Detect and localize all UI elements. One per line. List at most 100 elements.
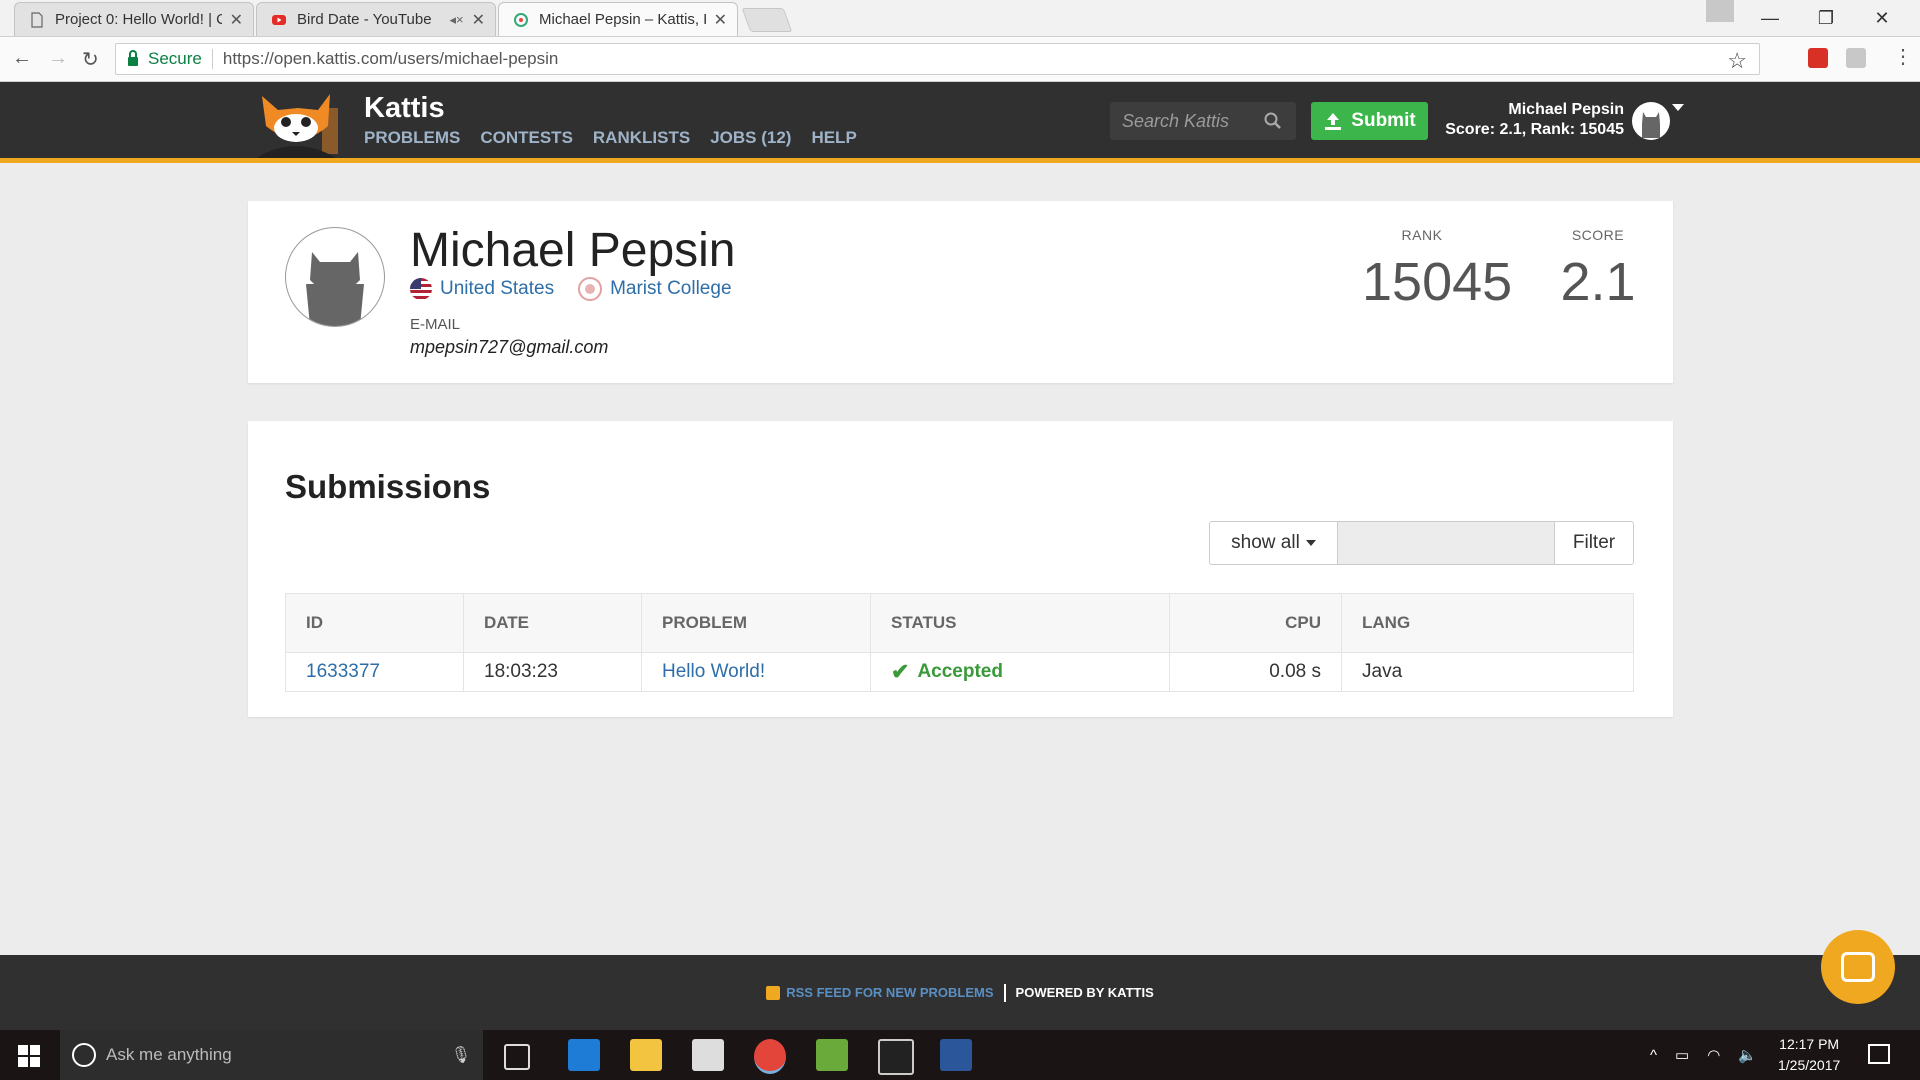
submissions-table: ID DATE PROBLEM STATUS CPU LANG 1633377 … [285,593,1634,692]
score-stat: SCORE 2.1 [1554,227,1642,313]
secure-label: Secure [148,49,202,68]
chrome-icon[interactable] [754,1039,786,1074]
task-view-icon[interactable] [504,1044,530,1070]
forward-icon[interactable]: → [48,47,68,70]
tab-project-0[interactable]: Project 0: Hello World! | C ✕ [14,2,254,36]
browser-menu-icon[interactable]: ⋮ [1893,44,1913,69]
search-input[interactable] [1120,109,1264,133]
submission-cpu: 0.08 s [1169,652,1342,692]
secure-indicator[interactable]: Secure [128,49,202,69]
column-header-cpu: CPU [1169,593,1342,653]
wifi-icon[interactable]: ◠ [1707,1046,1720,1064]
lock-icon [128,49,138,66]
default-avatar-icon [306,252,364,326]
column-header-status: STATUS [870,593,1170,653]
tab-label: Project 0: Hello World! | C [55,11,222,28]
submit-button[interactable]: Submit [1311,102,1428,140]
chevron-down-icon [1305,540,1316,546]
submission-date: 18:03:23 [463,652,642,692]
cortana-search-box[interactable]: Ask me anything 🎙 [60,1030,483,1080]
school-link[interactable]: Marist College [610,278,731,300]
app-icon[interactable] [816,1039,848,1071]
extension-icon[interactable] [1808,48,1828,68]
nav-contests[interactable]: CONTESTS [480,128,573,148]
user-menu-caret-icon[interactable] [1672,104,1684,111]
user-summary[interactable]: Michael Pepsin Score: 2.1, Rank: 15045 [1436,100,1624,140]
site-brand[interactable]: Kattis [364,92,445,125]
close-tab-icon[interactable]: ✕ [714,10,727,30]
pdf-extension-icon[interactable] [1846,48,1866,68]
submissions-card: Submissions show all Filter ID DATE PROB… [248,421,1673,717]
user-name: Michael Pepsin [1508,101,1624,118]
tab-kattis[interactable]: Michael Pepsin – Kattis, K ✕ [498,2,738,36]
windows-start-icon[interactable] [18,1045,40,1067]
cortana-icon [72,1043,96,1067]
nav-problems[interactable]: PROBLEMS [364,128,460,148]
volume-icon[interactable]: 🔈 [1738,1046,1757,1064]
score-label: SCORE [1571,227,1625,243]
divider [211,49,213,69]
window-controls: — ❐ ✕ [1742,0,1910,36]
divider [1003,983,1006,1002]
nav-help[interactable]: HELP [811,128,856,148]
problem-link[interactable]: Hello World! [641,652,871,692]
close-window-icon[interactable]: ✕ [1854,8,1910,29]
new-tab-button[interactable] [741,8,793,32]
terminal-icon[interactable] [878,1039,914,1075]
search-icon[interactable] [1264,112,1282,130]
kattis-logo-icon[interactable] [248,88,348,158]
back-icon[interactable]: ← [12,47,32,70]
filter-button[interactable]: Filter [1555,522,1633,564]
profile-affiliations: United States Marist College [410,277,732,301]
close-tab-icon[interactable]: ✕ [230,10,243,30]
profile-name: Michael Pepsin [410,224,736,277]
minimize-icon[interactable]: — [1742,8,1798,29]
windows-taskbar: Ask me anything 🎙 ^ ▭ ◠ 🔈 12:17 PM 1/25/… [0,1030,1920,1080]
clock-time: 12:17 PM [1779,1036,1840,1052]
taskbar-clock[interactable]: 12:17 PM 1/25/2017 [1778,1034,1840,1076]
word-icon[interactable] [940,1039,972,1071]
show-all-label: show all [1231,532,1300,553]
restore-icon[interactable]: ❐ [1798,8,1854,29]
profile-avatar [285,227,385,327]
chevron-up-icon[interactable]: ^ [1650,1047,1657,1064]
file-explorer-icon[interactable] [630,1039,662,1071]
chat-widget-button[interactable] [1821,930,1895,1004]
bookmark-star-icon[interactable]: ☆ [1727,48,1747,74]
youtube-icon [272,14,286,25]
site-header: Kattis PROBLEMS CONTESTS RANKLISTS JOBS … [0,82,1920,163]
chat-icon [1841,952,1875,982]
show-all-dropdown[interactable]: show all [1210,522,1338,564]
profile-card: Michael Pepsin United States Marist Coll… [248,201,1673,383]
browser-profile-icon[interactable] [1706,0,1734,22]
avatar[interactable] [1632,102,1670,140]
rss-feed-link[interactable]: RSS FEED FOR NEW PROBLEMS [786,985,993,1000]
action-center-icon[interactable] [1868,1044,1890,1064]
column-header-problem: PROBLEM [641,593,871,653]
url-text: https://open.kattis.com/users/michael-pe… [222,49,559,68]
microphone-icon[interactable]: 🎙 [451,1045,471,1065]
battery-icon[interactable]: ▭ [1675,1046,1689,1064]
tab-label: Bird Date - YouTube [297,11,432,28]
reload-icon[interactable]: ↻ [82,47,99,72]
college-seal-icon [578,277,603,301]
column-header-lang: LANG [1341,593,1634,653]
country-link[interactable]: United States [440,278,554,300]
rss-icon [766,985,781,1000]
table-row: 1633377 18:03:23 Hello World! ✔ Accepted… [285,652,1634,692]
edge-icon[interactable] [568,1039,600,1071]
filter-input[interactable] [1338,522,1555,564]
nav-ranklists[interactable]: RANKLISTS [593,128,690,148]
column-header-id: ID [285,593,464,653]
close-tab-icon[interactable]: ✕ [472,10,485,30]
score-value: 2.1 [1560,252,1636,312]
rank-stat: RANK 15045 [1362,227,1512,313]
checkmark-icon: ✔ [891,659,910,684]
submissions-title: Submissions [285,468,491,505]
tab-youtube[interactable]: Bird Date - YouTube ◂× ✕ [256,2,496,36]
speaker-muted-icon[interactable]: ◂× [449,12,463,28]
nav-jobs[interactable]: JOBS (12) [710,128,791,148]
url-field[interactable]: Secure https://open.kattis.com/users/mic… [115,43,1760,75]
submission-id-link[interactable]: 1633377 [285,652,464,692]
store-icon[interactable] [692,1039,724,1071]
